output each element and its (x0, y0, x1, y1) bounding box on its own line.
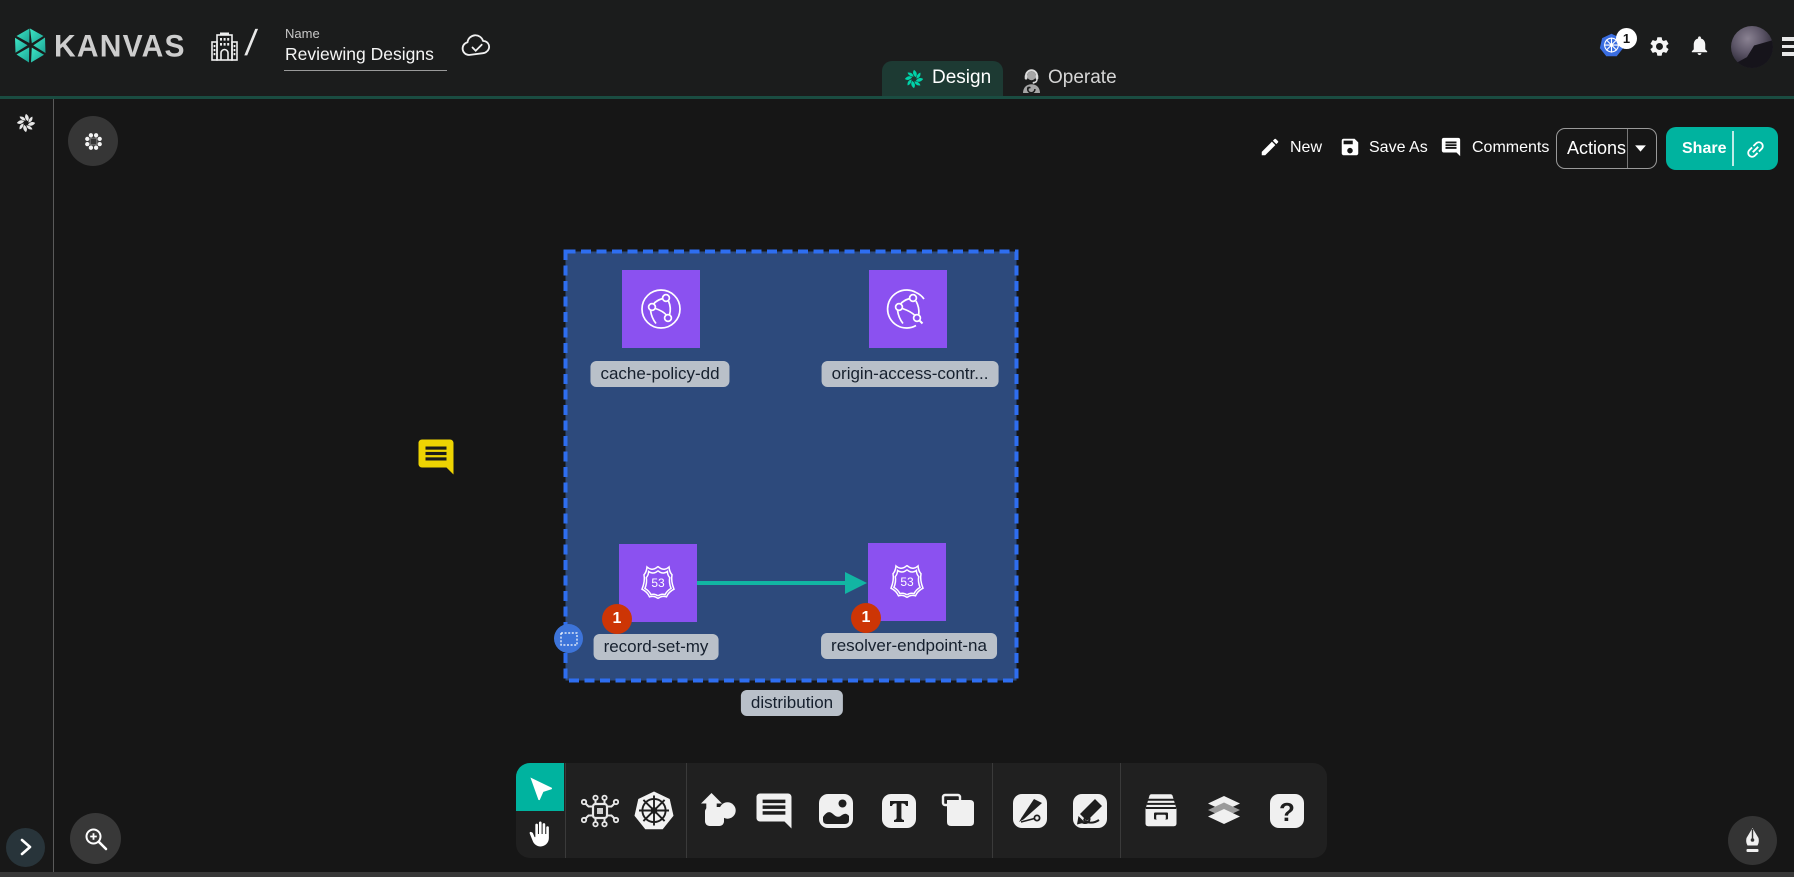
svg-text:?: ? (1279, 797, 1295, 827)
svg-text:53: 53 (651, 576, 665, 590)
